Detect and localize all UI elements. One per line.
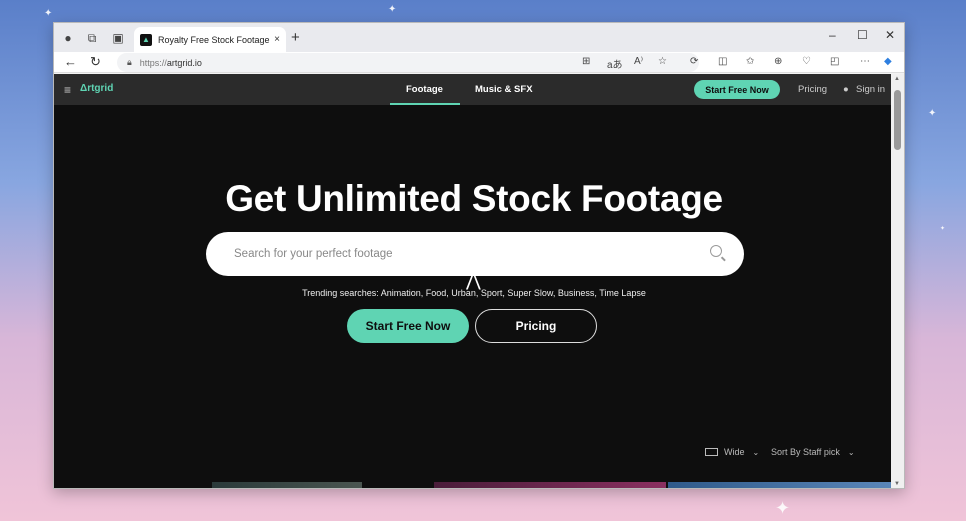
lock-icon: 🔒︎ (127, 57, 132, 67)
search-placeholder: Search for your perfect footage (234, 248, 393, 260)
favorite-star-icon[interactable]: ☆ (658, 56, 667, 67)
refresh-icon[interactable]: ↻ (90, 54, 101, 70)
chevron-down-icon: ⌄ (847, 447, 855, 457)
new-tab-button[interactable]: + (291, 29, 300, 46)
tab-actions-icon[interactable]: ▣ (110, 30, 126, 46)
page-scrollbar[interactable]: ▲ ▼ (891, 74, 904, 488)
pricing-nav-link[interactable]: Pricing (798, 84, 827, 95)
sparkle-icon: ✦ (44, 8, 53, 19)
artgrid-favicon-icon: ▲ (140, 33, 152, 46)
site-header: ≡ Δrtgrid Footage Music & SFX Start Free… (54, 74, 892, 105)
pricing-button[interactable]: Pricing (475, 309, 597, 343)
read-aloud-icon[interactable]: A⁾ (634, 56, 643, 67)
scroll-down-icon[interactable]: ▼ (894, 481, 900, 487)
start-free-now-button[interactable]: Start Free Now (347, 309, 469, 343)
chevron-down-icon: ⌄ (752, 447, 760, 457)
sparkle-icon: ✦ (928, 108, 937, 119)
url-host: artgrid.io (166, 57, 202, 68)
tab-strip: ● ⧉ ▣ ▲ Royalty Free Stock Footage - Art… (54, 23, 904, 52)
tab-close-icon[interactable]: × (274, 34, 280, 45)
wide-layout-icon (705, 448, 718, 456)
close-window-button[interactable]: ✕ (885, 28, 895, 42)
layout-select[interactable]: Wide ⌄ (705, 447, 759, 457)
scroll-up-icon[interactable]: ▲ (894, 76, 900, 82)
menu-icon[interactable]: ≡ (64, 83, 71, 97)
tab-music-sfx[interactable]: Music & SFX (475, 84, 533, 95)
footage-thumbnail[interactable] (434, 482, 666, 488)
copilot-icon[interactable]: ◆ (884, 56, 892, 67)
browser-tab[interactable]: ▲ Royalty Free Stock Footage - Artgrid × (134, 27, 286, 52)
app-available-icon[interactable]: ⊞ (582, 56, 590, 67)
back-icon[interactable]: ← (64, 54, 77, 69)
start-free-now-nav-button[interactable]: Start Free Now (694, 80, 780, 99)
minimize-button[interactable]: – (829, 28, 836, 42)
address-bar-row: ← ↻ 🔒︎ https:// artgrid.io ⊞ aあ A⁾ ☆ ⟳ ◫… (54, 52, 904, 73)
sign-in-link[interactable]: Sign in (856, 84, 885, 95)
tab-footage[interactable]: Footage (406, 84, 443, 95)
url-protocol: https:// (139, 57, 167, 68)
more-icon[interactable]: ⋯ (860, 56, 870, 67)
split-screen-icon[interactable]: ◫ (718, 56, 727, 67)
edge-icon[interactable]: ◰ (830, 56, 839, 67)
sparkle-icon: ✦ (775, 498, 791, 518)
profile-icon[interactable]: ● (60, 30, 76, 46)
translate-icon[interactable]: aあ (607, 56, 623, 71)
trending-searches: Trending searches: Animation, Food, Urba… (302, 288, 646, 298)
sort-select[interactable]: Sort By Staff pick ⌄ (771, 447, 855, 457)
web-page: ≡ Δrtgrid Footage Music & SFX Start Free… (54, 74, 892, 488)
maximize-button[interactable]: ☐ (857, 28, 868, 42)
footage-thumbnail[interactable] (212, 482, 362, 488)
artgrid-logo[interactable]: Δrtgrid (80, 83, 113, 94)
workspaces-icon[interactable]: ⧉ (84, 30, 100, 46)
collections-icon[interactable]: ⊕ (774, 56, 782, 67)
favorites-icon[interactable]: ✩ (746, 56, 754, 67)
footage-thumbnail[interactable] (668, 482, 892, 488)
browser-essentials-icon[interactable]: ♡ (802, 56, 811, 67)
footage-grid (54, 482, 892, 488)
sparkle-icon: ✦ (940, 226, 946, 232)
scrollbar-thumb[interactable] (894, 90, 901, 150)
sort-label: Sort By Staff pick (771, 447, 840, 457)
user-icon[interactable]: ● (843, 84, 849, 95)
layout-label: Wide (724, 447, 745, 457)
sparkle-icon: ✦ (388, 4, 397, 15)
hero-title: Get Unlimited Stock Footage (225, 178, 723, 219)
browser-window: ● ⧉ ▣ ▲ Royalty Free Stock Footage - Art… (53, 22, 905, 489)
extensions-icon[interactable]: ⟳ (690, 56, 698, 67)
tab-title: Royalty Free Stock Footage - Artgrid (158, 34, 270, 45)
search-icon[interactable] (710, 245, 722, 257)
active-tab-indicator (390, 103, 460, 105)
